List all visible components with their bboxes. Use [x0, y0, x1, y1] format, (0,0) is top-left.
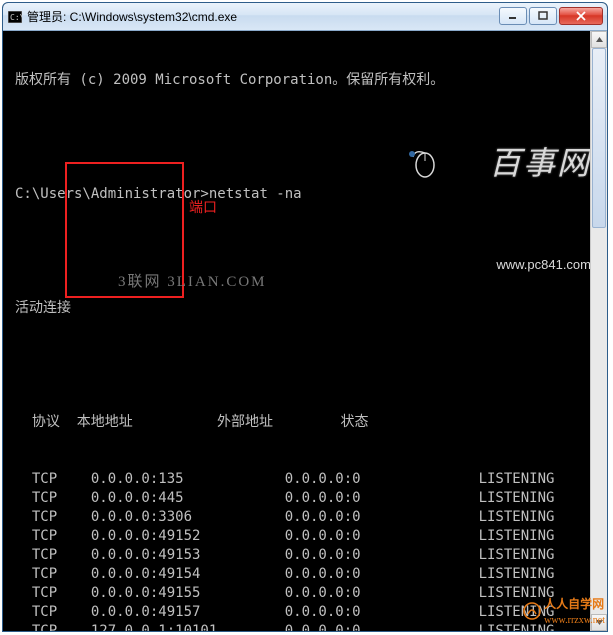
- close-button[interactable]: [559, 7, 603, 25]
- watermark-top-text: 百事网: [489, 154, 591, 173]
- watermark-center: 3联网 3LIAN.COM: [118, 273, 267, 292]
- scroll-track[interactable]: [591, 48, 607, 614]
- table-row: TCP 127.0.0.1:10101 0.0.0.0:0 LISTENING: [15, 622, 603, 631]
- table-row: TCP 0.0.0.0:3306 0.0.0.0:0 LISTENING: [15, 508, 603, 527]
- blank-line: [15, 356, 603, 375]
- prompt-line: C:\Users\Administrator>netstat -na: [15, 185, 603, 204]
- scroll-thumb[interactable]: [592, 48, 606, 228]
- connection-rows: TCP 0.0.0.0:135 0.0.0.0:0 LISTENING TCP …: [15, 470, 603, 631]
- scroll-up-button[interactable]: [591, 31, 607, 48]
- table-row: TCP 0.0.0.0:445 0.0.0.0:0 LISTENING: [15, 489, 603, 508]
- blank-line: [15, 128, 603, 147]
- cmd-window: C:\ 管理员: C:\Windows\system32\cmd.exe 版权所…: [2, 2, 608, 632]
- minimize-button[interactable]: [499, 7, 527, 25]
- active-connections-heading: 活动连接: [15, 299, 603, 318]
- window-title: 管理员: C:\Windows\system32\cmd.exe: [27, 8, 497, 25]
- blank-line: [15, 242, 603, 261]
- table-row: TCP 0.0.0.0:49157 0.0.0.0:0 LISTENING: [15, 603, 603, 622]
- table-row: TCP 0.0.0.0:135 0.0.0.0:0 LISTENING: [15, 470, 603, 489]
- scroll-down-button[interactable]: [591, 614, 607, 631]
- table-row: TCP 0.0.0.0:49152 0.0.0.0:0 LISTENING: [15, 527, 603, 546]
- vertical-scrollbar[interactable]: [590, 31, 607, 631]
- terminal-output[interactable]: 版权所有 (c) 2009 Microsoft Corporation。保留所有…: [3, 31, 607, 631]
- column-headers: 协议 本地地址 外部地址 状态: [15, 413, 603, 432]
- port-highlight-box: [65, 162, 184, 298]
- table-row: TCP 0.0.0.0:49153 0.0.0.0:0 LISTENING: [15, 546, 603, 565]
- title-bar[interactable]: C:\ 管理员: C:\Windows\system32\cmd.exe: [3, 3, 607, 31]
- table-row: TCP 0.0.0.0:49155 0.0.0.0:0 LISTENING: [15, 584, 603, 603]
- maximize-button[interactable]: [529, 7, 557, 25]
- table-row: TCP 0.0.0.0:49154 0.0.0.0:0 LISTENING: [15, 565, 603, 584]
- window-controls: [497, 7, 603, 27]
- app-icon: C:\: [7, 9, 23, 25]
- copyright-line: 版权所有 (c) 2009 Microsoft Corporation。保留所有…: [15, 71, 603, 90]
- svg-text:C:\: C:\: [10, 13, 22, 22]
